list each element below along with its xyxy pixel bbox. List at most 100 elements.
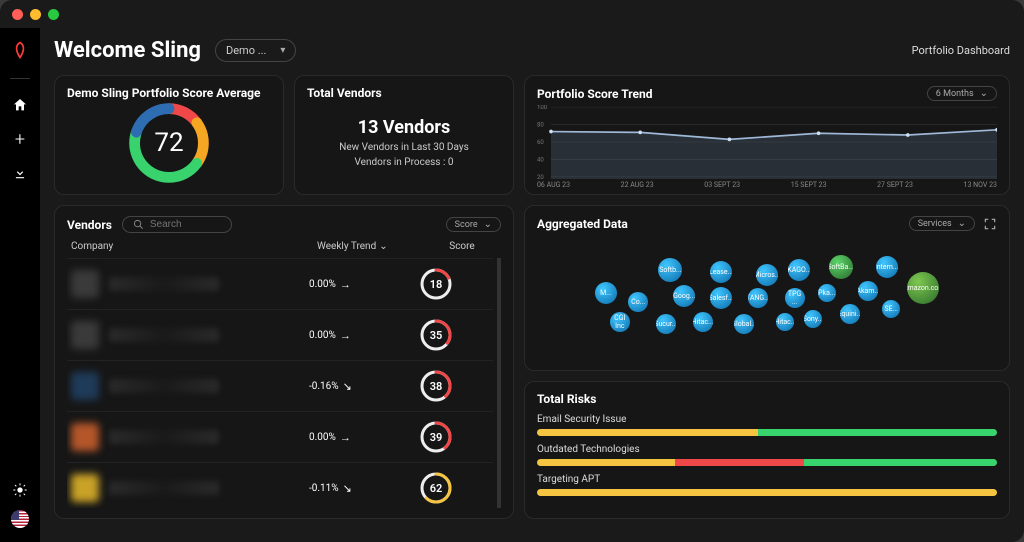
vendor-weekly-trend: 0.00%→: [309, 431, 419, 444]
traffic-light-zoom[interactable]: [48, 9, 59, 20]
risk-row: Email Security Issue: [537, 414, 997, 436]
bubble-node[interactable]: Hitac...: [693, 312, 713, 332]
vendor-weekly-trend: 0.00%→: [309, 278, 419, 291]
breadcrumb: Portfolio Dashboard: [912, 44, 1010, 57]
risk-label: Targeting APT: [537, 474, 997, 485]
app-logo-icon: [10, 40, 30, 60]
portfolio-score-title: Demo Sling Portfolio Score Average: [67, 86, 271, 100]
vendor-weekly-trend: 0.00%→: [309, 329, 419, 342]
vendor-row[interactable]: -0.11%↘62: [67, 462, 493, 508]
vendor-name-redacted: [109, 379, 219, 393]
bubble-node[interactable]: Lease...: [710, 261, 732, 283]
welcome-title: Welcome Sling: [54, 38, 201, 63]
chevron-down-icon: ⌄: [379, 241, 387, 252]
vendor-score-ring: 38: [419, 369, 453, 403]
col-score: Score: [427, 241, 497, 252]
bubble-node[interactable]: M...: [595, 282, 617, 304]
bubble-node[interactable]: Pka...: [818, 284, 836, 302]
workspace-dropdown[interactable]: Demo ...: [215, 39, 296, 62]
page-header: Welcome Sling Demo ... Portfolio Dashboa…: [54, 38, 1010, 63]
locale-flag-icon[interactable]: [11, 510, 29, 528]
bubble-node[interactable]: Sony...: [804, 310, 822, 328]
total-risks-card: Total Risks Email Security Issue Outdated…: [524, 381, 1010, 519]
vendor-row[interactable]: 0.00%→18: [67, 258, 493, 309]
bubble-node[interactable]: Micros...: [756, 264, 778, 286]
vendor-score-ring: 62: [419, 471, 453, 505]
expand-icon[interactable]: [983, 217, 997, 231]
svg-text:80: 80: [537, 121, 544, 129]
bubble-node[interactable]: Goog...: [673, 285, 695, 307]
vendor-weekly-trend: -0.16%↘: [309, 380, 419, 393]
vendor-row[interactable]: 0.00%→39: [67, 411, 493, 462]
trend-line-chart: 10080604020: [537, 105, 997, 179]
risk-bar: [537, 459, 997, 466]
svg-text:40: 40: [537, 155, 544, 163]
nav-add-icon[interactable]: +: [12, 131, 28, 147]
vendor-name-redacted: [109, 328, 219, 342]
risk-row: Targeting APT: [537, 474, 997, 496]
vendor-name-redacted: [109, 481, 219, 495]
bubble-node[interactable]: Hitac...: [776, 313, 794, 331]
trend-x-axis: 06 AUG 2322 AUG 2303 SEPT 2315 SEPT 2327…: [537, 181, 997, 189]
bubble-node[interactable]: SE...: [882, 300, 900, 318]
risk-row: Outdated Technologies: [537, 444, 997, 466]
total-vendors-line1: New Vendors in Last 30 Days: [339, 142, 469, 153]
vendor-logo: [71, 372, 99, 400]
theme-toggle-icon[interactable]: [12, 482, 28, 498]
vendors-search[interactable]: [122, 216, 232, 233]
search-icon: [133, 219, 144, 230]
vendor-score-ring: 35: [419, 318, 453, 352]
traffic-light-minimize[interactable]: [30, 9, 41, 20]
bubble-node[interactable]: Amazon.co...: [907, 272, 939, 304]
risk-label: Outdated Technologies: [537, 444, 997, 455]
total-risks-title: Total Risks: [537, 392, 997, 406]
vendors-list[interactable]: 0.00%→180.00%→35-0.16%↘380.00%→39-0.11%↘…: [67, 258, 501, 508]
bubble-chart[interactable]: M... Co...CGI Inc Softb... Goog... Sucur... H…: [537, 231, 997, 360]
bubble-node[interactable]: Akam...: [858, 281, 878, 301]
traffic-light-close[interactable]: [12, 9, 23, 20]
vendor-name-redacted: [109, 430, 219, 444]
col-weekly-trend[interactable]: Weekly Trend⌄: [317, 241, 427, 252]
portfolio-score-gauge: 72: [126, 100, 212, 186]
nav-home-icon[interactable]: [12, 97, 28, 113]
portfolio-score-card: Demo Sling Portfolio Score Average 72: [54, 75, 284, 195]
score-trend-title: Portfolio Score Trend: [537, 87, 652, 101]
sidebar-divider: [10, 78, 30, 79]
bubble-node[interactable]: Intern...: [876, 256, 898, 278]
risk-bar: [537, 429, 997, 436]
bubble-node[interactable]: Global...: [734, 314, 754, 334]
vendor-score-ring: 39: [419, 420, 453, 454]
bubble-node[interactable]: TANG...: [748, 288, 768, 308]
svg-text:60: 60: [537, 138, 544, 146]
bubble-node[interactable]: Softb...: [658, 258, 682, 282]
total-vendors-card: Total Vendors 13 Vendors New Vendors in …: [294, 75, 514, 195]
vendor-score-ring: 18: [419, 267, 453, 301]
risk-label: Email Security Issue: [537, 414, 997, 425]
portfolio-score-value: 72: [126, 100, 212, 186]
vendor-logo: [71, 423, 99, 451]
total-vendors-headline: 13 Vendors: [358, 117, 450, 138]
total-vendors-title: Total Vendors: [307, 86, 501, 100]
score-trend-card: Portfolio Score Trend 6 Months 100806040…: [524, 75, 1010, 195]
nav-download-icon[interactable]: [12, 165, 28, 181]
vendors-title: Vendors: [67, 218, 112, 232]
bubble-node[interactable]: Equini...: [840, 304, 860, 324]
bubble-node[interactable]: TPG ...: [785, 288, 805, 308]
vendors-card: Vendors Score Company Weekly Trend⌄ Scor…: [54, 205, 514, 519]
svg-text:20: 20: [537, 173, 544, 179]
total-vendors-line2: Vendors in Process : 0: [355, 157, 454, 168]
bubble-node[interactable]: KAGO...: [788, 259, 810, 281]
bubble-node[interactable]: Co...: [628, 292, 648, 312]
bubble-node[interactable]: Salesf...: [710, 287, 732, 309]
aggregated-filter-select[interactable]: Services: [909, 216, 975, 231]
sidebar: +: [0, 28, 40, 542]
trend-range-select[interactable]: 6 Months: [927, 86, 997, 101]
window-titlebar: [0, 0, 1024, 28]
bubble-node[interactable]: SoftBa...: [829, 255, 853, 279]
bubble-node[interactable]: Sucur...: [656, 314, 676, 334]
vendor-row[interactable]: -0.16%↘38: [67, 360, 493, 411]
bubble-node[interactable]: CGI Inc: [610, 312, 630, 332]
vendors-search-input[interactable]: [150, 219, 220, 230]
vendor-row[interactable]: 0.00%→35: [67, 309, 493, 360]
vendors-sort-select[interactable]: Score: [446, 217, 501, 232]
